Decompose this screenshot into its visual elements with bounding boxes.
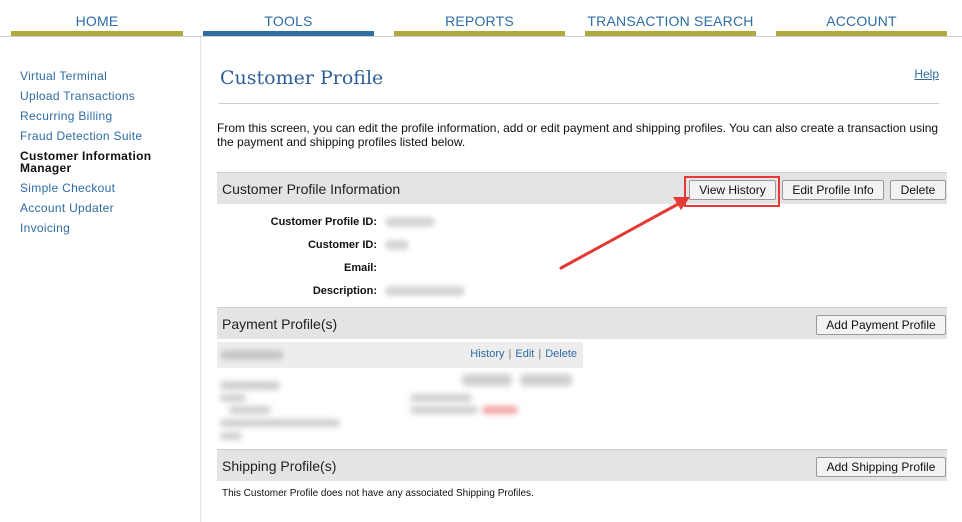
annotation-arrow-icon	[559, 197, 690, 270]
